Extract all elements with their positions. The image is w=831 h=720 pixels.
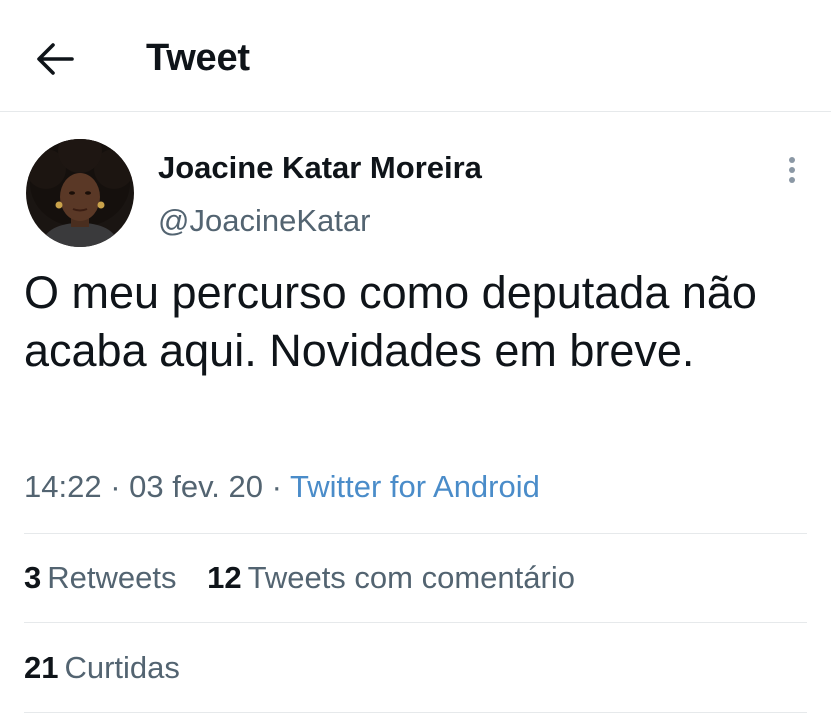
author-handle[interactable]: @JoacineKatar xyxy=(158,202,370,240)
author-display-name[interactable]: Joacine Katar Moreira xyxy=(158,149,482,187)
more-options-button[interactable] xyxy=(772,148,812,192)
likes-label: Curtidas xyxy=(64,650,180,685)
more-vertical-icon xyxy=(789,157,795,183)
page-title: Tweet xyxy=(146,37,250,79)
engagement-stats-row: 3 Retweets 12 Tweets com comentário xyxy=(24,558,597,598)
quote-tweets-count: 12 xyxy=(207,560,242,595)
quote-tweets-label: Tweets com comentário xyxy=(247,560,575,595)
likes-count: 21 xyxy=(24,650,59,685)
divider xyxy=(24,622,807,623)
likes-stats-row: 21 Curtidas xyxy=(24,648,202,688)
avatar-image xyxy=(26,139,134,247)
divider xyxy=(24,712,807,713)
tweet-source-link[interactable]: Twitter for Android xyxy=(290,469,540,504)
retweets-count: 3 xyxy=(24,560,42,595)
retweets-stat[interactable]: 3 Retweets xyxy=(24,558,176,598)
top-app-bar: Tweet xyxy=(0,0,831,112)
back-button[interactable] xyxy=(32,36,78,82)
avatar[interactable] xyxy=(26,139,134,247)
tweet-time[interactable]: 14:22 xyxy=(24,469,102,504)
quote-tweets-stat[interactable]: 12 Tweets com comentário xyxy=(207,558,575,598)
divider xyxy=(24,533,807,534)
tweet-metadata: 14:22 · 03 fev. 20 · Twitter for Android xyxy=(24,467,540,507)
likes-stat[interactable]: 21 Curtidas xyxy=(24,648,180,688)
arrow-left-icon xyxy=(37,43,74,75)
retweets-label: Retweets xyxy=(47,560,177,595)
tweet-text: O meu percurso como deputada não acaba a… xyxy=(24,267,757,376)
tweet-date[interactable]: 03 fev. 20 xyxy=(129,469,263,504)
meta-separator: · xyxy=(110,469,121,504)
meta-separator: · xyxy=(271,469,282,504)
